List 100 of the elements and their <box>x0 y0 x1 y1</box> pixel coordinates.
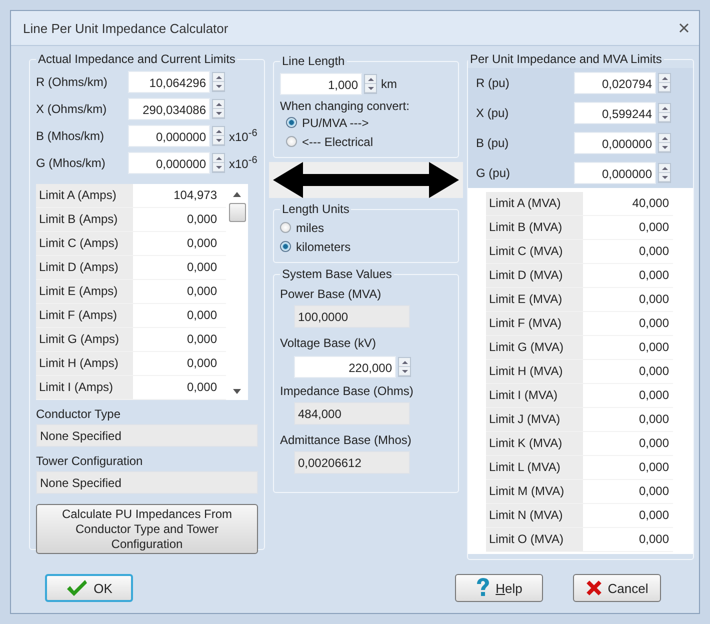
field-label: Impedance Base (Ohms) <box>280 383 414 400</box>
table-cell[interactable]: 0,000 <box>133 232 221 255</box>
group-title: Per Unit Impedance and MVA Limits <box>469 52 663 66</box>
question-mark-icon <box>476 578 490 598</box>
table-cell[interactable]: 0,000 <box>583 240 673 263</box>
table-cell: Limit F (Amps) <box>36 304 133 327</box>
radio-option[interactable]: PU/MVA ---> <box>280 113 452 132</box>
ok-button[interactable]: OK <box>45 574 133 602</box>
spinner-icon[interactable] <box>212 98 225 118</box>
field-label: Tower Configuration <box>36 453 144 470</box>
table-cell[interactable]: 0,000 <box>583 384 673 407</box>
table-cell[interactable]: 0,000 <box>583 360 673 383</box>
unit-label: x10$^{-6}$ <box>229 128 258 144</box>
table-cell: Limit I (MVA) <box>486 384 583 407</box>
field-label: When changing convert: <box>280 99 410 113</box>
table-cell[interactable]: 0,000 <box>133 208 221 231</box>
number-field[interactable]: 220,000 <box>294 356 396 378</box>
field-label: Conductor Type <box>36 406 122 423</box>
table-cell[interactable]: 0,000 <box>583 288 673 311</box>
spinner-icon[interactable] <box>398 357 411 377</box>
table-cell[interactable]: 0,000 <box>133 352 221 375</box>
table-cell[interactable]: 0,000 <box>583 504 673 527</box>
number-field[interactable]: 10,064296 <box>128 70 210 92</box>
table-cell: Limit J (MVA) <box>486 408 583 431</box>
table-cell[interactable]: 0,000 <box>133 280 221 303</box>
table-cell: Limit F (MVA) <box>486 312 583 335</box>
table-cell[interactable]: 0,000 <box>583 312 673 335</box>
scroll-down-icon[interactable] <box>233 389 241 394</box>
number-field[interactable]: 0,000000 <box>128 124 210 146</box>
calculate-button[interactable]: Calculate PU Impedances From Conductor Type and Tower Configuration <box>36 504 258 554</box>
scroll-up-icon[interactable] <box>233 192 241 197</box>
spinner-icon[interactable] <box>658 133 671 153</box>
table-cell: Limit D (MVA) <box>486 264 583 287</box>
checkmark-icon <box>66 580 88 596</box>
field-label: R (Ohms/km) <box>36 74 108 88</box>
table-cell[interactable]: 0,000 <box>133 328 221 351</box>
spinner-icon[interactable] <box>212 126 225 146</box>
field-label: R (pu) <box>476 76 510 90</box>
table-cell: Limit L (MVA) <box>486 456 583 479</box>
table-cell: Limit G (Amps) <box>36 328 133 351</box>
table-cell: Limit I (Amps) <box>36 376 133 399</box>
window-title: Line Per Unit Impedance Calculator <box>23 20 230 36</box>
radio-option[interactable]: <--- Electrical <box>280 132 452 151</box>
table-cell[interactable]: 0,000 <box>583 432 673 455</box>
table-cell: Limit E (MVA) <box>486 288 583 311</box>
table-cell: Limit A (MVA) <box>486 192 583 215</box>
table-cell[interactable]: 0,000 <box>583 408 673 431</box>
field-label: Voltage Base (kV) <box>280 335 378 352</box>
double-arrow-icon <box>273 162 459 198</box>
field-label: G (Mhos/km) <box>36 156 106 170</box>
group-title: Length Units <box>281 202 350 216</box>
close-icon[interactable] <box>679 23 689 33</box>
table-cell[interactable]: 0,000 <box>583 336 673 359</box>
number-field[interactable]: 290,034086 <box>128 98 210 120</box>
table-cell[interactable]: 40,000 <box>583 192 673 215</box>
table-cell: Limit B (Amps) <box>36 208 133 231</box>
table-cell: Limit E (Amps) <box>36 280 133 303</box>
unit-label: x10$^{-6}$ <box>229 154 258 170</box>
table-cell: Limit M (MVA) <box>486 480 583 503</box>
cross-icon <box>586 580 602 596</box>
field-label: B (pu) <box>476 136 510 150</box>
cancel-button[interactable]: Cancel <box>573 574 661 602</box>
spinner-icon[interactable] <box>212 72 225 92</box>
spinner-icon[interactable] <box>658 163 671 183</box>
help-button[interactable]: Help <box>455 574 543 602</box>
group-title: Line Length <box>281 54 346 68</box>
table-cell: Limit N (MVA) <box>486 504 583 527</box>
table-cell[interactable]: 0,000 <box>133 304 221 327</box>
table-cell: Limit O (MVA) <box>486 528 583 551</box>
table-cell[interactable]: 0,000 <box>133 376 221 399</box>
number-field[interactable]: 1,000 <box>280 72 362 94</box>
table-cell[interactable]: 0,000 <box>583 528 673 551</box>
spinner-icon[interactable] <box>658 73 671 93</box>
field-label: X (pu) <box>476 106 510 120</box>
field-label: Admittance Base (Mhos) <box>280 432 412 449</box>
scroll-thumb[interactable] <box>228 203 246 222</box>
field-label: X (Ohms/km) <box>36 102 108 116</box>
field-label: B (Mhos/km) <box>36 128 106 142</box>
number-field[interactable]: 0,000000 <box>128 152 210 174</box>
spinner-icon[interactable] <box>658 103 671 123</box>
number-field[interactable]: 0,000000 <box>574 162 656 184</box>
spinner-icon[interactable] <box>212 152 225 172</box>
table-cell[interactable]: 0,000 <box>583 216 673 239</box>
table-cell: Limit K (MVA) <box>486 432 583 455</box>
radio-option[interactable]: kilometers <box>280 237 452 256</box>
table-cell: Limit A (Amps) <box>36 184 133 207</box>
table-cell[interactable]: 0,000 <box>133 256 221 279</box>
table-cell[interactable]: 0,000 <box>583 456 673 479</box>
number-field[interactable]: 0,000000 <box>574 132 656 154</box>
number-field[interactable]: 0,020794 <box>574 72 656 94</box>
radio-option[interactable]: miles <box>280 218 452 237</box>
table-cell[interactable]: 0,000 <box>583 480 673 503</box>
spinner-icon[interactable] <box>364 74 377 94</box>
table-cell: Limit C (Amps) <box>36 232 133 255</box>
number-field[interactable]: 0,599244 <box>574 102 656 124</box>
field-label: Power Base (MVA) <box>280 286 382 303</box>
unit-label: km <box>381 76 397 90</box>
table-cell: Limit H (Amps) <box>36 352 133 375</box>
table-cell[interactable]: 0,000 <box>583 264 673 287</box>
table-cell[interactable]: 104,973 <box>133 184 221 207</box>
